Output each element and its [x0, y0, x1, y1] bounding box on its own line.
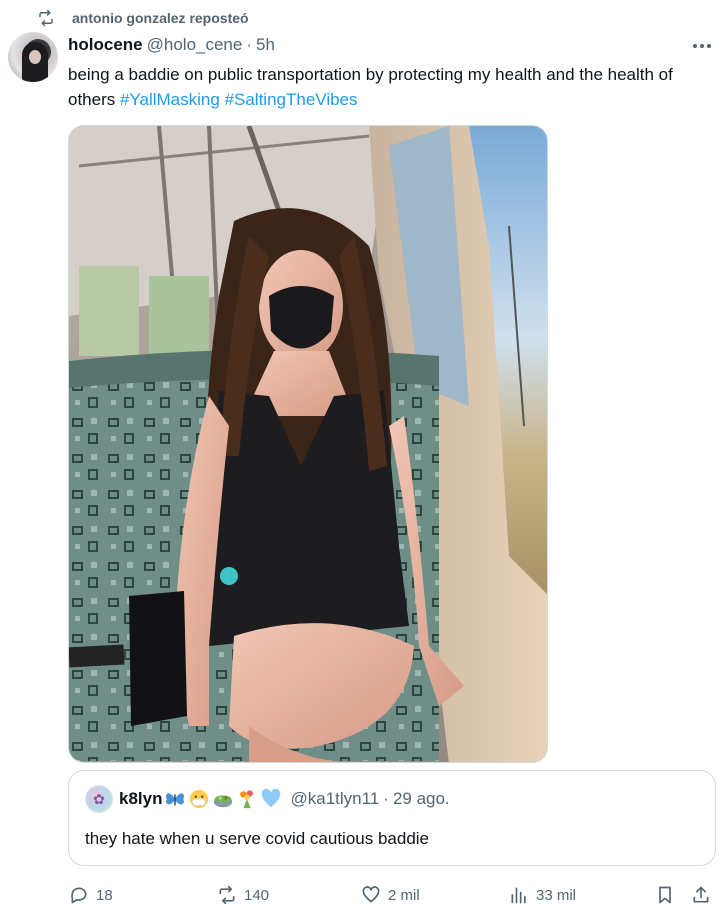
view-count: 33 mil: [536, 886, 577, 904]
author-handle[interactable]: @holo_cene: [147, 35, 243, 55]
quoted-header: ✿ k8lyn @ka1tlyn11 · 29 ago.: [85, 785, 450, 813]
share-icon: [690, 884, 712, 906]
reply-count: 18: [96, 886, 113, 904]
quoted-author-name[interactable]: k8lyn: [119, 789, 162, 809]
repost-label: antonio gonzalez reposteó: [72, 10, 249, 26]
quoted-avatar[interactable]: ✿: [85, 785, 113, 813]
hashtag-link[interactable]: #SaltingTheVibes: [225, 90, 358, 109]
action-bar: 18 140 2 mil 33 mil: [68, 880, 716, 910]
author-avatar[interactable]: [8, 32, 58, 82]
quoted-tweet[interactable]: ✿ k8lyn @ka1tlyn11 · 29 ago. they hate w…: [68, 770, 716, 866]
heart-icon: [360, 884, 382, 906]
like-button[interactable]: 2 mil: [360, 880, 420, 910]
name-emojis: [164, 788, 284, 810]
tweet-header: holocene @holo_cene · 5h: [68, 34, 275, 56]
repost-button[interactable]: 140: [216, 880, 269, 910]
quoted-text: they hate when u serve covid cautious ba…: [85, 829, 430, 848]
views-button[interactable]: 33 mil: [508, 880, 576, 910]
repost-icon: [216, 884, 238, 906]
repost-count: 140: [244, 886, 270, 904]
reply-button[interactable]: 18: [68, 880, 113, 910]
separator-dot: ·: [246, 35, 253, 54]
repost-indicator[interactable]: antonio gonzalez reposteó: [36, 8, 249, 28]
like-count: 2 mil: [388, 886, 420, 904]
tweet-photo[interactable]: [68, 125, 548, 763]
hashtag-link[interactable]: #YallMasking: [120, 90, 220, 109]
more-options-icon[interactable]: [690, 36, 714, 56]
repost-icon: [36, 8, 56, 28]
share-button[interactable]: [690, 880, 712, 910]
reply-icon: [68, 884, 90, 906]
bookmark-button[interactable]: [654, 880, 676, 910]
analytics-icon: [508, 884, 530, 906]
salad-icon: [214, 795, 233, 808]
blue-heart-icon: [262, 788, 281, 808]
butterfly-icon: [166, 793, 185, 806]
quoted-date[interactable]: 29 ago.: [393, 789, 450, 809]
tweet-time[interactable]: 5h: [256, 35, 275, 55]
bookmark-icon: [654, 884, 676, 906]
author-name[interactable]: holocene: [68, 35, 143, 55]
quoted-author-handle[interactable]: @ka1tlyn11: [290, 789, 379, 809]
tweet-text: being a baddie on public transportation …: [68, 62, 708, 112]
separator-dot: ·: [383, 789, 389, 808]
mask-face-icon: [190, 789, 209, 809]
bouquet-icon: [240, 790, 254, 809]
